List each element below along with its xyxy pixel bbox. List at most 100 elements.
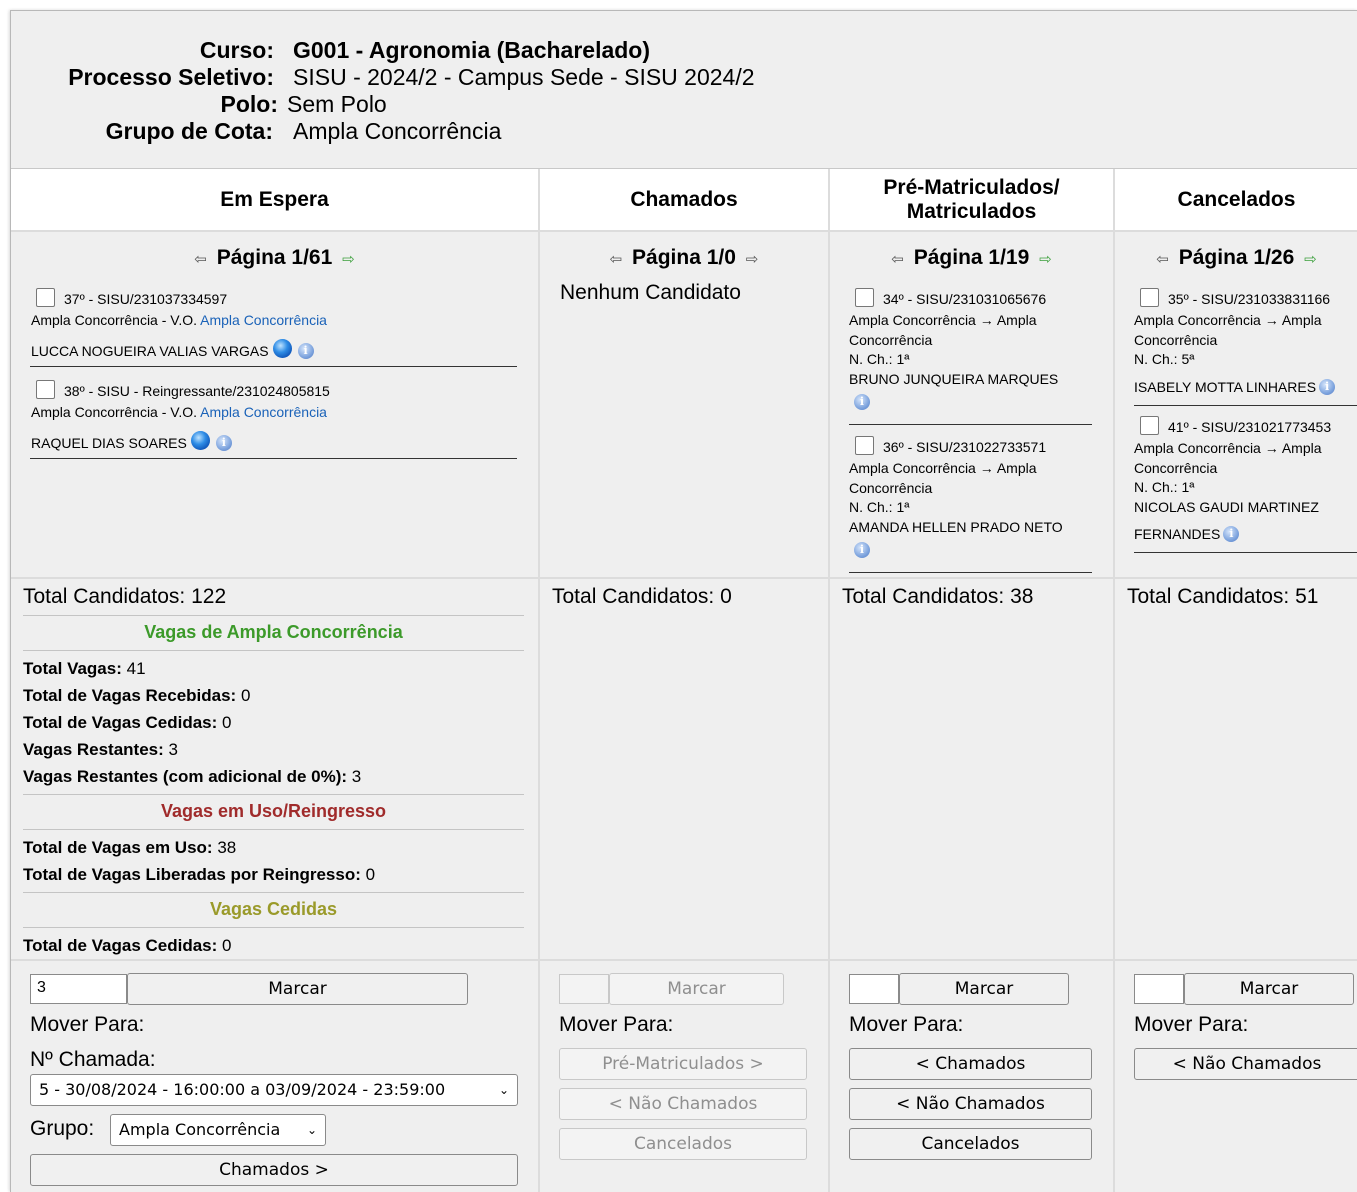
- arrow-right-icon[interactable]: ⇨: [1304, 251, 1317, 268]
- course-header: Curso: G001 - Agronomia (Bacharelado) Pr…: [11, 11, 1357, 169]
- list-item: 36º - SISU/231022733571 Ampla Concorrênc…: [849, 436, 1092, 573]
- ampla-section-title: Vagas de Ampla Concorrência: [23, 615, 524, 651]
- candidate-header: 34º - SISU/231031065676: [883, 291, 1047, 307]
- select-checkbox[interactable]: [36, 380, 55, 399]
- chamados-button[interactable]: Chamados >: [30, 1154, 518, 1186]
- nao-chamados-button[interactable]: < Não Chamados: [1134, 1048, 1357, 1080]
- column-title: Em Espera: [11, 169, 538, 232]
- arrow-right-icon[interactable]: ⇨: [342, 251, 355, 268]
- info-icon[interactable]: i: [297, 343, 314, 359]
- list-item: 35º - SISU/231033831166 Ampla Concorrênc…: [1134, 288, 1357, 406]
- chamada-label: Nº Chamada:: [30, 1048, 156, 1071]
- marcar-button[interactable]: Marcar: [609, 973, 784, 1005]
- arrow-right-icon[interactable]: ⇨: [746, 251, 759, 268]
- arrow-left-icon[interactable]: ⇦: [194, 251, 207, 268]
- pager: ⇦ Página 1/61 ⇨: [11, 246, 538, 270]
- stat-vagas-em-uso: Total de Vagas em Uso: 38: [23, 838, 237, 857]
- candidate-quota-link[interactable]: Ampla Concorrência: [200, 404, 327, 420]
- processo-label: Processo Seletivo:: [68, 64, 274, 90]
- candidate-quota: Ampla Concorrência → Ampla: [1134, 312, 1322, 328]
- info-icon[interactable]: i: [854, 542, 870, 558]
- pager: ⇦ Página 1/0 ⇨: [540, 246, 828, 270]
- select-checkbox[interactable]: [855, 288, 874, 307]
- cancelados-button[interactable]: Cancelados: [559, 1128, 807, 1160]
- chamados-button[interactable]: < Chamados: [849, 1048, 1092, 1080]
- nao-chamados-button[interactable]: < Não Chamados: [559, 1088, 807, 1120]
- candidate-list: ⇦ Página 1/19 ⇨ 34º - SISU/231031065676 …: [830, 232, 1113, 579]
- stats-panel: Total Candidatos: 0: [540, 579, 828, 961]
- cancelados-button[interactable]: Cancelados: [849, 1128, 1092, 1160]
- candidate-quota-cont: Concorrência: [1134, 331, 1218, 348]
- chevron-down-icon: ⌄: [306, 1123, 317, 1137]
- candidate-chamada: N. Ch.: 1ª: [849, 499, 910, 515]
- stats-panel: Total Candidatos: 122 Vagas de Ampla Con…: [11, 579, 538, 961]
- empty-message: Nenhum Candidato: [560, 281, 741, 304]
- cedidas-section-title: Vagas Cedidas: [23, 892, 524, 928]
- blue-ball-icon: [190, 431, 210, 450]
- total-candidatos: Total Candidatos: 38: [842, 585, 1034, 608]
- stat-vagas-recebidas: Total de Vagas Recebidas: 0: [23, 686, 251, 705]
- candidate-quota-link[interactable]: Ampla Concorrência: [200, 312, 327, 328]
- marcar-button[interactable]: Marcar: [899, 973, 1069, 1005]
- chamada-select[interactable]: 5 - 30/08/2024 - 16:00:00 a 03/09/2024 -…: [30, 1074, 518, 1106]
- arrow-left-icon[interactable]: ⇦: [891, 251, 904, 268]
- candidate-list: ⇦ Página 1/0 ⇨ Nenhum Candidato: [540, 232, 828, 579]
- column-cancelados: Cancelados ⇦ Página 1/26 ⇨ 35º - SISU/23…: [1115, 169, 1357, 1192]
- stat-total-cedidas: Total de Vagas Cedidas: 0: [23, 936, 232, 955]
- arrow-right-icon[interactable]: ⇨: [1039, 251, 1052, 268]
- uso-section-title: Vagas em Uso/Reingresso: [23, 794, 524, 830]
- nao-chamados-button[interactable]: < Não Chamados: [849, 1088, 1092, 1120]
- candidate-quota: Ampla Concorrência → Ampla: [1134, 440, 1322, 456]
- curso-label: Curso:: [199, 37, 274, 63]
- arrow-left-icon[interactable]: ⇦: [610, 251, 623, 268]
- grupo-cota-value: Ampla Concorrência: [293, 118, 502, 144]
- candidate-name: BRUNO JUNQUEIRA MARQUES: [849, 370, 1059, 387]
- actions-panel: Marcar Mover Para: < Chamados < Não Cham…: [830, 961, 1113, 1192]
- candidate-chamada: N. Ch.: 5ª: [1134, 351, 1195, 367]
- stat-vagas-liberadas: Total de Vagas Liberadas por Reingresso:…: [23, 865, 376, 884]
- info-icon[interactable]: i: [1319, 378, 1336, 395]
- select-checkbox[interactable]: [1140, 288, 1159, 307]
- polo-label: Polo:: [220, 91, 279, 117]
- arrow-left-icon[interactable]: ⇦: [1156, 251, 1169, 268]
- info-icon[interactable]: i: [1223, 526, 1240, 542]
- marcar-quantity-input[interactable]: [559, 974, 609, 1004]
- grupo-select[interactable]: Ampla Concorrência ⌄: [110, 1114, 326, 1146]
- candidate-header: 38º - SISU - Reingressante/231024805815: [64, 383, 330, 399]
- column-title-line1: Pré-Matriculados/: [883, 175, 1060, 199]
- stat-vagas-restantes: Vagas Restantes: 3: [23, 740, 178, 759]
- processo-value: SISU - 2024/2 - Campus Sede - SISU 2024/…: [293, 64, 755, 90]
- actions-panel: 3 Marcar Mover Para: Nº Chamada: 5 - 30/…: [11, 961, 538, 1192]
- pre-matriculados-button[interactable]: Pré-Matriculados >: [559, 1048, 807, 1080]
- column-pre-matriculados: Pré-Matriculados/Matriculados ⇦ Página 1…: [830, 169, 1115, 1192]
- candidate-header: 36º - SISU/231022733571: [883, 439, 1047, 455]
- candidate-name: RAQUEL DIAS SOARES: [31, 435, 187, 451]
- marcar-quantity-input[interactable]: [849, 974, 899, 1004]
- marcar-quantity-input[interactable]: [1134, 974, 1184, 1004]
- app-window: Curso: G001 - Agronomia (Bacharelado) Pr…: [10, 10, 1357, 1192]
- info-icon[interactable]: i: [215, 435, 232, 451]
- list-item: 41º - SISU/231021773453 Ampla Concorrênc…: [1134, 416, 1357, 553]
- candidate-name: LUCCA NOGUEIRA VALIAS VARGAS: [31, 343, 269, 359]
- candidate-quota: Ampla Concorrência - V.O.: [31, 312, 197, 328]
- marcar-button[interactable]: Marcar: [1184, 973, 1354, 1005]
- candidate-chamada: N. Ch.: 1ª: [849, 351, 910, 367]
- pager-label: Página 1/19: [913, 246, 1030, 269]
- select-checkbox[interactable]: [855, 436, 874, 455]
- column-title: Chamados: [540, 169, 828, 232]
- stats-panel: Total Candidatos: 38: [830, 579, 1113, 961]
- select-checkbox[interactable]: [36, 288, 55, 307]
- candidate-header: 37º - SISU/231037334597: [64, 291, 228, 307]
- candidate-quota: Ampla Concorrência → Ampla: [849, 460, 1037, 476]
- total-candidatos: Total Candidatos: 122: [23, 585, 227, 608]
- actions-panel: Marcar Mover Para: Pré-Matriculados > < …: [540, 961, 828, 1192]
- marcar-button[interactable]: Marcar: [127, 973, 468, 1005]
- column-em-espera: Em Espera ⇦ Página 1/61 ⇨ 37º - SISU/231…: [11, 169, 540, 1192]
- pager-label: Página 1/0: [632, 246, 736, 269]
- list-item: 37º - SISU/231037334597 Ampla Concorrênc…: [30, 288, 517, 367]
- column-title: Pré-Matriculados/Matriculados: [830, 169, 1113, 232]
- total-candidatos: Total Candidatos: 0: [552, 585, 732, 608]
- select-checkbox[interactable]: [1140, 416, 1159, 435]
- info-icon[interactable]: i: [854, 394, 870, 410]
- marcar-quantity-input[interactable]: 3: [30, 974, 127, 1004]
